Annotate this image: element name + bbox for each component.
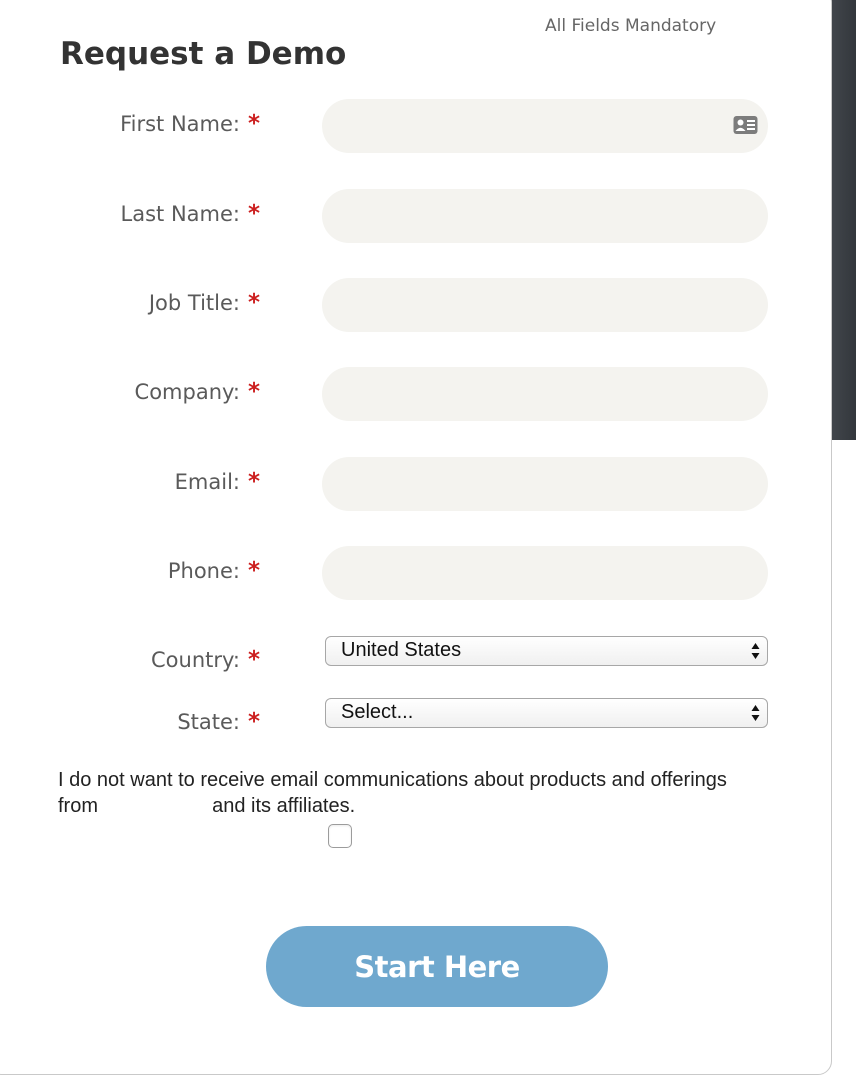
state-select[interactable]: Select... (325, 698, 768, 728)
required-marker: * (248, 290, 261, 316)
required-marker: * (248, 469, 261, 495)
email-opt-out-text: I do not want to receive email communica… (58, 767, 758, 819)
country-label: Country: (151, 648, 240, 672)
required-marker: * (248, 647, 261, 673)
first-name-label: First Name: (120, 112, 240, 136)
consent-text-after: and its affiliates. (212, 795, 356, 817)
job-title-label: Job Title: (148, 291, 240, 315)
start-here-button[interactable]: Start Here (266, 926, 608, 1007)
email-opt-out-checkbox[interactable] (328, 824, 352, 848)
up-down-arrows-icon (751, 705, 760, 721)
country-selected-value: United States (341, 639, 462, 661)
phone-label: Phone: (167, 559, 240, 583)
required-marker: * (248, 201, 261, 227)
required-marker: * (248, 111, 261, 137)
state-selected-value: Select... (341, 701, 414, 723)
company-input[interactable] (322, 367, 768, 421)
request-demo-form-card (0, 0, 832, 1075)
up-down-arrows-icon (751, 643, 760, 659)
mandatory-note: All Fields Mandatory (545, 16, 717, 36)
state-label: State: (177, 710, 240, 734)
email-label: Email: (174, 470, 240, 494)
form-title: Request a Demo (60, 36, 347, 72)
required-marker: * (248, 558, 261, 584)
last-name-label: Last Name: (120, 202, 240, 226)
last-name-input[interactable] (322, 189, 768, 243)
contact-card-icon[interactable] (733, 115, 758, 135)
redacted-company-name (103, 795, 207, 815)
required-marker: * (248, 709, 261, 735)
required-marker: * (248, 379, 261, 405)
phone-input[interactable] (322, 546, 768, 600)
job-title-input[interactable] (322, 278, 768, 332)
country-select[interactable]: United States (325, 636, 768, 666)
company-label: Company: (134, 380, 240, 404)
email-input[interactable] (322, 457, 768, 511)
first-name-input[interactable] (322, 99, 768, 153)
